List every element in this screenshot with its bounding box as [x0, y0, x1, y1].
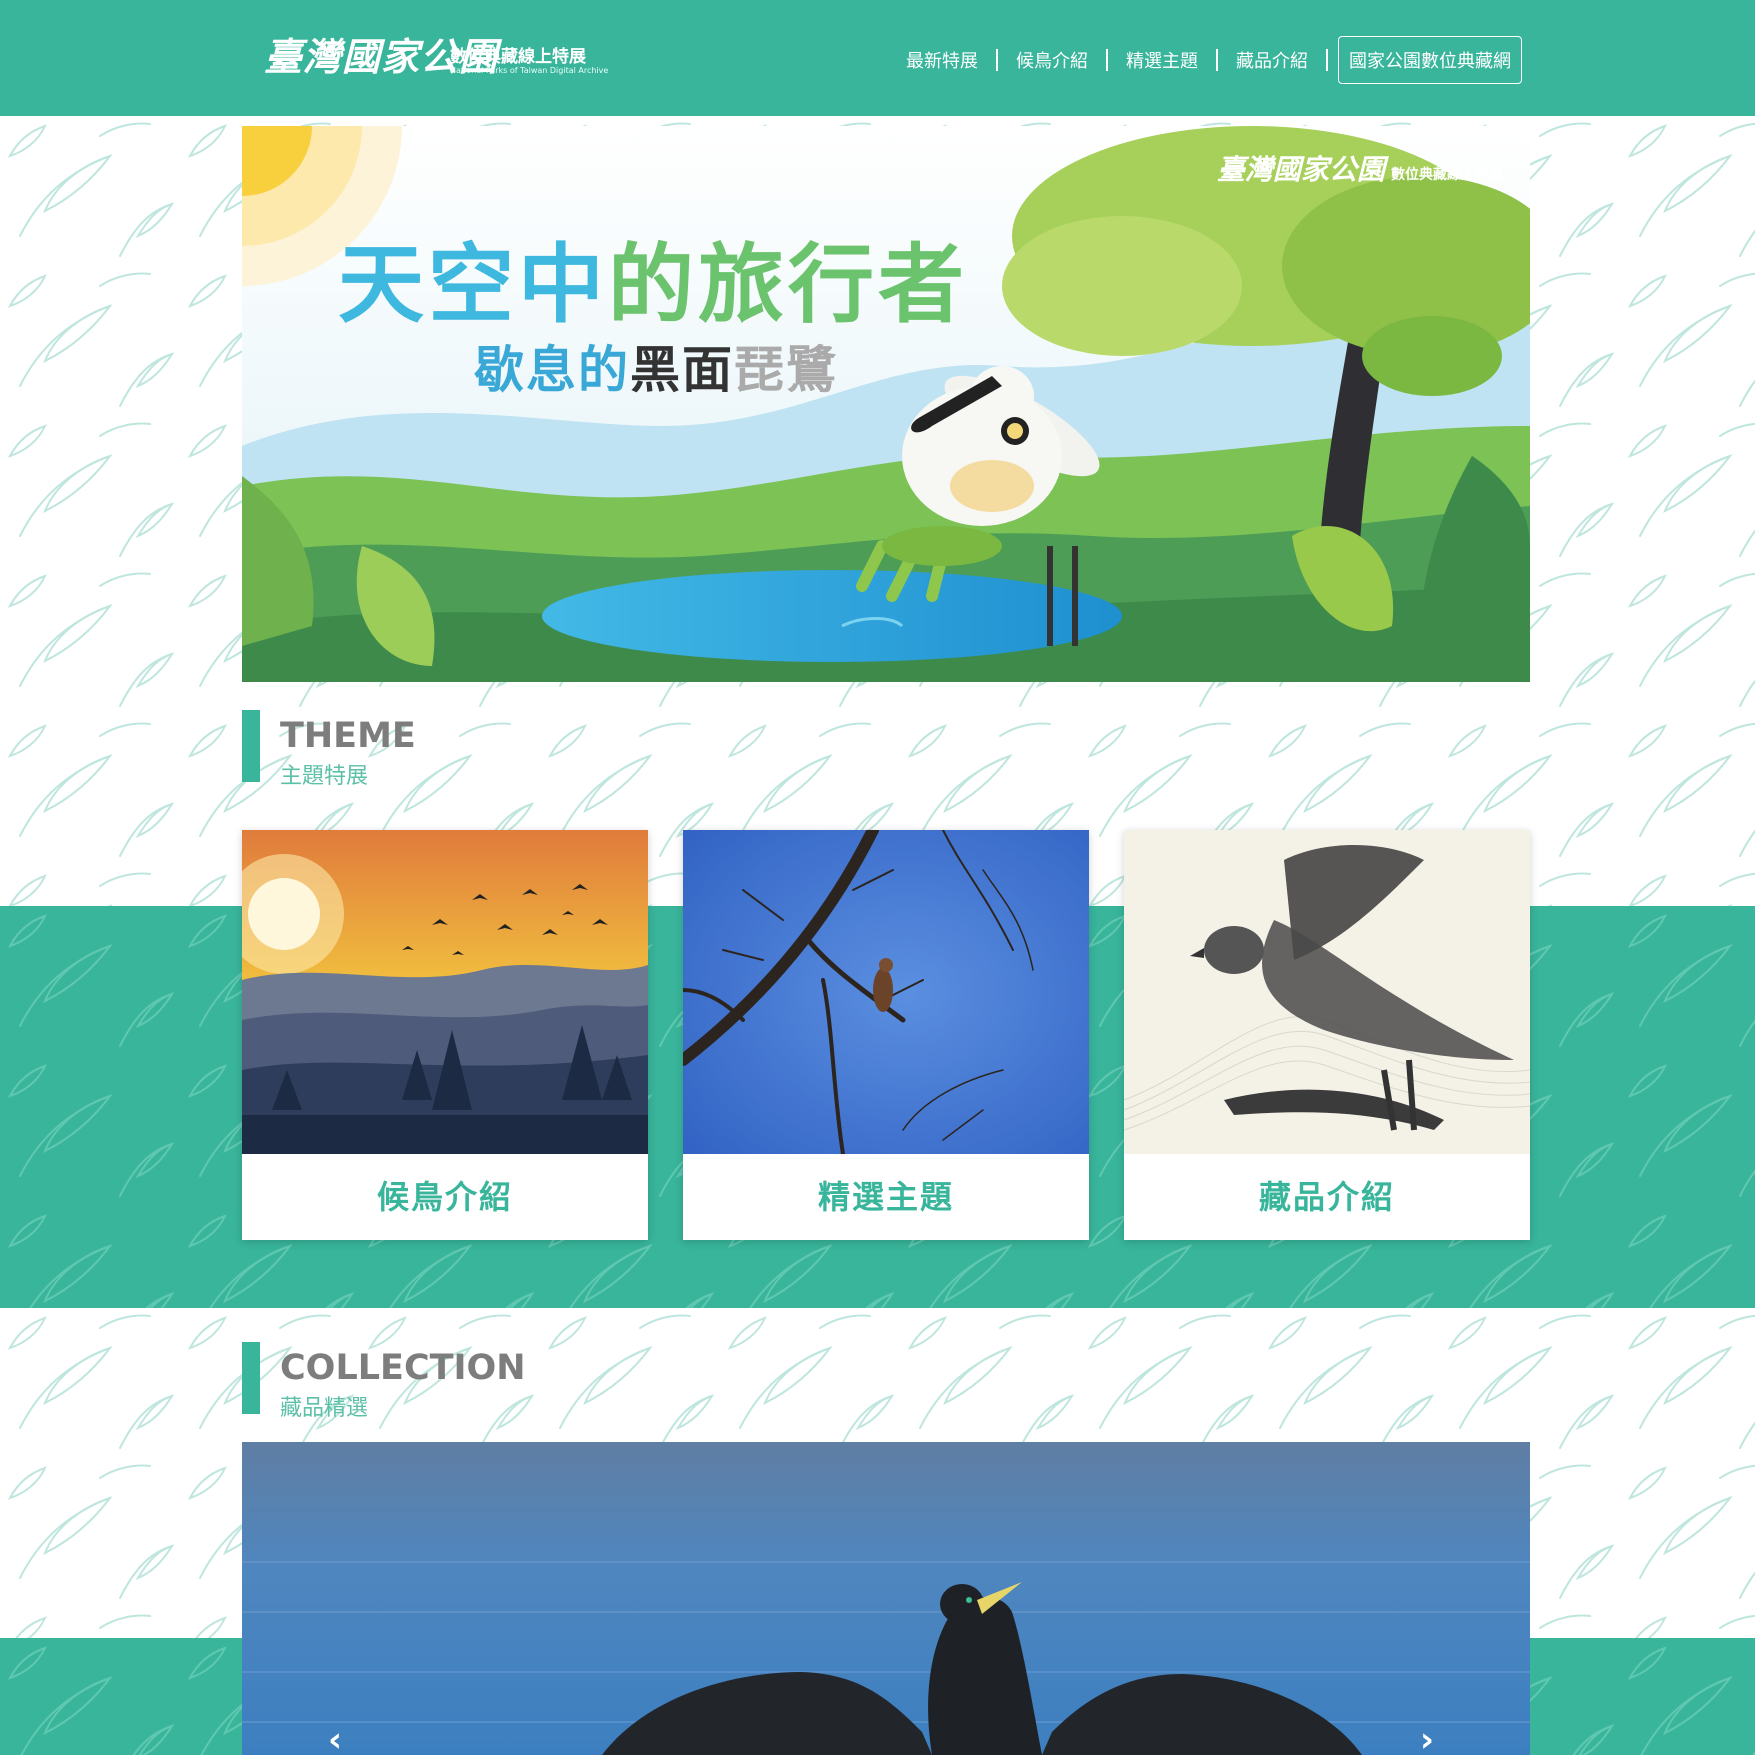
- theme-section-heading: THEME 主題特展: [242, 710, 642, 789]
- banner-logo: 臺灣國家公園 數位典藏線上特展: [1217, 148, 1503, 188]
- banner-title-part2: 的旅行者: [608, 235, 968, 335]
- logo-english: National Parks of Taiwan Digital Archive: [450, 66, 609, 75]
- digital-archive-link-button[interactable]: 國家公園數位典藏網: [1338, 36, 1522, 84]
- theme-heading-zh: 主題特展: [280, 764, 369, 789]
- nav-migratory-birds[interactable]: 候鳥介紹: [998, 47, 1106, 73]
- theme-card-featured-themes[interactable]: 精選主題: [683, 830, 1089, 1240]
- hero-banner[interactable]: 天空中的旅行者 歇息的黑面琵鷺 臺灣國家公園 數位典藏線上特展: [242, 126, 1530, 682]
- card-label-migratory-birds: 候鳥介紹: [376, 1178, 513, 1216]
- banner-logo-subtitle: 數位典藏線上特展: [1391, 167, 1504, 183]
- banner-logo-title: 臺灣國家公園: [1217, 153, 1386, 186]
- theme-card-collection-intro[interactable]: 藏品介紹: [1124, 830, 1530, 1240]
- collection-heading-en: COLLECTION: [280, 1348, 526, 1388]
- heading-accent-bar: [242, 1342, 260, 1414]
- card-label-collection-intro: 藏品介紹: [1258, 1178, 1395, 1216]
- banner-subtitle: 歇息的黑面琵鷺: [474, 330, 838, 402]
- hawk-on-branch-image: [683, 830, 1089, 1154]
- collection-heading-zh: 藏品精選: [280, 1396, 369, 1421]
- site-header: 臺灣國家公園 數位典藏線上特展 National Parks of Taiwan…: [0, 0, 1755, 116]
- logo-subtitle: 數位典藏線上特展: [450, 47, 586, 67]
- nav-collection-intro[interactable]: 藏品介紹: [1218, 47, 1326, 73]
- nav-latest-exhibition[interactable]: 最新特展: [888, 47, 996, 73]
- banner-illustration: [242, 126, 1530, 682]
- banner-subtitle-part1: 歇息的: [474, 341, 630, 399]
- collection-carousel-image[interactable]: [242, 1442, 1530, 1755]
- banner-title: 天空中的旅行者: [338, 214, 968, 339]
- cormorant-image: [242, 1442, 1530, 1755]
- banner-subtitle-part2: 黑面: [630, 341, 734, 399]
- site-logo[interactable]: 臺灣國家公園 數位典藏線上特展 National Parks of Taiwan…: [258, 18, 618, 98]
- banner-subtitle-part3: 琵鷺: [734, 341, 838, 399]
- banner-title-part1: 天空中: [338, 235, 608, 335]
- nav-featured-themes[interactable]: 精選主題: [1108, 47, 1216, 73]
- sunset-birds-image: [242, 830, 648, 1154]
- carousel-prev-arrow[interactable]: ‹: [328, 1720, 342, 1760]
- carousel-next-arrow[interactable]: ›: [1420, 1720, 1434, 1760]
- theme-card-migratory-birds[interactable]: 候鳥介紹: [242, 830, 648, 1240]
- main-nav: 最新特展 候鳥介紹 精選主題 藏品介紹 國家公園數位典藏網: [888, 36, 1522, 84]
- nav-divider: [1326, 49, 1328, 71]
- theme-heading-en: THEME: [280, 716, 416, 756]
- kestrel-sketch-image: [1124, 830, 1530, 1154]
- heading-accent-bar: [242, 710, 260, 782]
- collection-section-heading: COLLECTION 藏品精選: [242, 1342, 742, 1421]
- card-label-featured-themes: 精選主題: [817, 1178, 954, 1216]
